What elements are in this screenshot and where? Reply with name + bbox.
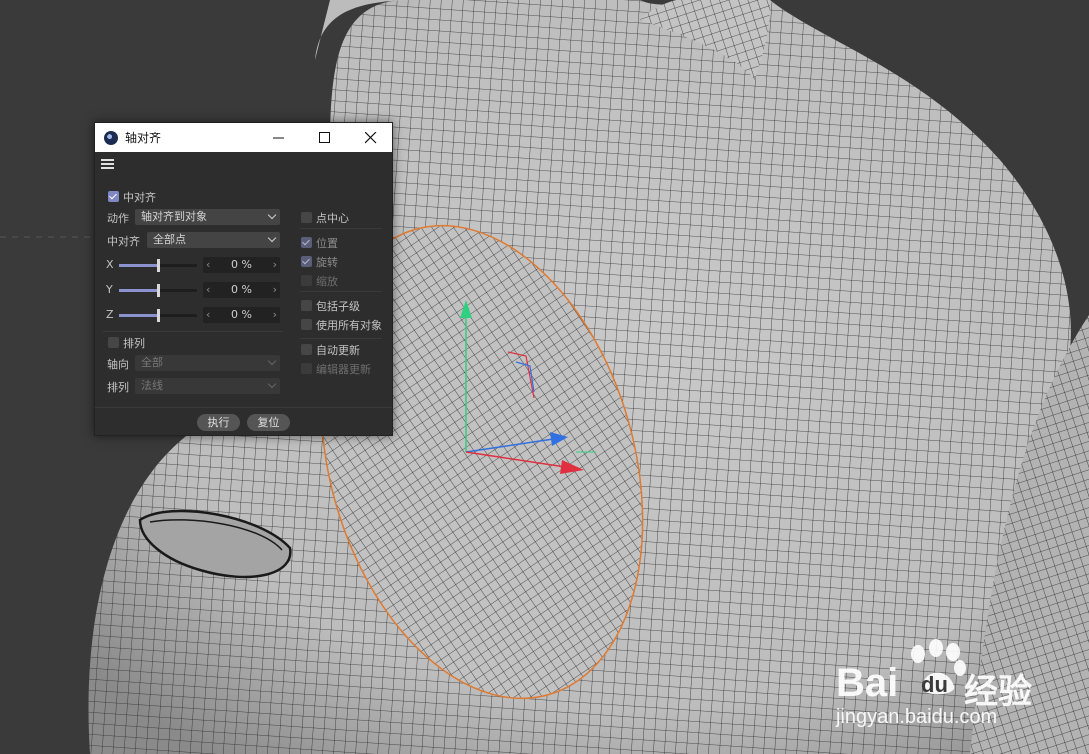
- divider: [300, 228, 382, 229]
- app-icon: [104, 131, 118, 145]
- title-bar[interactable]: 轴对齐: [95, 123, 392, 152]
- center-align-dropdown[interactable]: 全部点: [147, 232, 280, 248]
- center-align-checkbox[interactable]: [108, 191, 119, 202]
- chevron-down-icon: [267, 233, 277, 243]
- option-checkbox[interactable]: [301, 275, 312, 286]
- close-icon: [365, 132, 377, 144]
- axis-x-label: X: [106, 258, 114, 271]
- axis-row-z: Z ‹ 0 % ›: [95, 305, 285, 325]
- chevron-down-icon: [267, 210, 277, 220]
- axis-x-input[interactable]: ‹ 0 % ›: [203, 257, 280, 273]
- footer-divider: [95, 407, 392, 408]
- arrange-dropdown-value: 法线: [141, 379, 163, 392]
- arrange-checkbox-label: 排列: [123, 337, 145, 350]
- axis-row-x: X ‹ 0 % ›: [95, 255, 285, 275]
- action-label: 动作: [107, 212, 129, 225]
- divider: [103, 331, 283, 332]
- axis-direction-label: 轴向: [107, 358, 129, 371]
- option-checkbox[interactable]: [301, 363, 312, 374]
- axis-z-label: Z: [106, 308, 114, 321]
- maximize-icon: [319, 132, 330, 143]
- option-checkbox[interactable]: [301, 237, 312, 248]
- divider: [300, 291, 382, 292]
- action-dropdown-value: 轴对齐到对象: [141, 210, 207, 223]
- window-title: 轴对齐: [125, 131, 162, 145]
- option-checkbox[interactable]: [301, 212, 312, 223]
- center-align-label: 中对齐: [107, 235, 140, 248]
- axis-z-value: 0 %: [231, 308, 252, 321]
- axis-y-value: 0 %: [231, 283, 252, 296]
- axis-y-input[interactable]: ‹ 0 % ›: [203, 282, 280, 298]
- axis-direction-dropdown[interactable]: 全部: [135, 355, 280, 371]
- watermark-brand: Bai: [836, 661, 899, 705]
- arrange-dropdown[interactable]: 法线: [135, 378, 280, 394]
- watermark-brand2: du: [921, 672, 948, 697]
- option-label: 旋转: [316, 256, 338, 269]
- chevron-down-icon: [267, 356, 277, 366]
- minimize-icon: [273, 137, 284, 139]
- axis-direction-value: 全部: [141, 356, 163, 369]
- center-align-dropdown-value: 全部点: [153, 233, 186, 246]
- option-label: 缩放: [316, 275, 338, 288]
- reset-button[interactable]: 复位: [247, 414, 290, 431]
- center-align-checkbox-label: 中对齐: [123, 191, 156, 204]
- option-label: 位置: [316, 237, 338, 250]
- execute-button[interactable]: 执行: [197, 414, 240, 431]
- divider: [300, 338, 382, 339]
- baidu-jingyan-watermark: Bai du 经验 jingyan.baidu.com: [836, 636, 1076, 736]
- axis-z-input[interactable]: ‹ 0 % ›: [203, 307, 280, 323]
- axis-y-slider[interactable]: [119, 284, 197, 297]
- option-checkbox[interactable]: [301, 344, 312, 355]
- option-label: 使用所有对象: [316, 319, 382, 332]
- option-label: 编辑器更新: [316, 363, 371, 376]
- minimize-button[interactable]: [256, 123, 302, 152]
- watermark-url: jingyan.baidu.com: [836, 706, 998, 728]
- hamburger-menu-icon[interactable]: [101, 158, 115, 170]
- action-dropdown[interactable]: 轴对齐到对象: [135, 209, 280, 225]
- axis-y-label: Y: [106, 283, 113, 296]
- chevron-down-icon: [267, 379, 277, 389]
- close-button[interactable]: [348, 123, 394, 152]
- option-label: 自动更新: [316, 344, 360, 357]
- axis-z-slider[interactable]: [119, 309, 197, 322]
- axis-row-y: Y ‹ 0 % ›: [95, 280, 285, 300]
- maximize-button[interactable]: [302, 123, 348, 152]
- arrange-checkbox[interactable]: [108, 337, 119, 348]
- option-label: 点中心: [316, 212, 349, 225]
- arrange-label: 排列: [107, 381, 129, 394]
- axis-align-dialog: 轴对齐 中对齐 动作 轴对齐到对象 中对齐 全部点 X ‹ 0 % › Y ‹ …: [94, 122, 393, 436]
- option-checkbox[interactable]: [301, 256, 312, 267]
- option-checkbox[interactable]: [301, 300, 312, 311]
- axis-x-value: 0 %: [231, 258, 252, 271]
- axis-x-slider[interactable]: [119, 259, 197, 272]
- option-label: 包括子级: [316, 300, 360, 313]
- option-checkbox[interactable]: [301, 319, 312, 330]
